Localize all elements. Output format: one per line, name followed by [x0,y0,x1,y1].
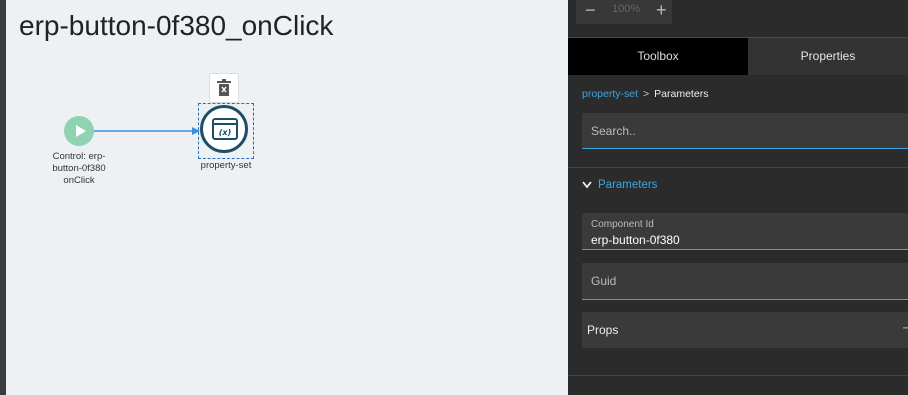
zoom-level: 100% [612,3,641,15]
panel-tabs: Toolbox Properties [568,37,908,75]
props-field[interactable]: Props ··· [582,312,908,348]
property-set-node[interactable]: (x) [200,105,248,153]
breadcrumb-link[interactable]: property-set [582,88,638,100]
breadcrumb: property-set > Parameters [582,88,708,100]
property-set-node-label: property-set [200,160,252,171]
search-input[interactable]: Search.. [582,113,908,149]
divider [568,167,908,168]
play-icon [76,125,86,137]
breadcrumb-current: Parameters [654,88,709,100]
trash-icon [217,79,231,96]
section-title: Parameters [598,179,658,191]
parameters-section-toggle[interactable]: Parameters [582,179,657,191]
side-panel: − 100% + Toolbox Properties property-set… [568,0,908,395]
props-label: Props [587,323,619,337]
component-id-field[interactable]: Component Id erp-button-0f380 [582,213,908,250]
flow-title: erp-button-0f380_onClick [19,10,334,41]
guid-placeholder: Guid [591,274,617,288]
delete-node-button[interactable] [209,73,239,103]
zoom-control: − 100% + [576,0,672,24]
zoom-in-button[interactable]: + [656,0,667,20]
flow-connector [94,127,200,135]
start-node[interactable] [64,116,94,146]
guid-field[interactable]: Guid [582,263,908,300]
variable-icon: (x) [212,118,238,140]
component-id-label: Component Id [591,219,654,230]
more-options-icon[interactable]: ··· [902,320,908,334]
flow-canvas[interactable]: erp-button-0f380_onClick Control: erp-bu… [6,0,568,395]
start-node-label: Control: erp-button-0f380 onClick [52,151,106,186]
breadcrumb-separator: > [643,88,650,100]
chevron-down-icon [582,181,592,189]
divider [568,375,908,376]
tab-properties[interactable]: Properties [748,38,908,75]
zoom-out-button[interactable]: − [585,0,596,20]
tab-toolbox[interactable]: Toolbox [568,38,748,75]
svg-text:(x): (x) [219,128,231,137]
component-id-value: erp-button-0f380 [591,233,680,247]
